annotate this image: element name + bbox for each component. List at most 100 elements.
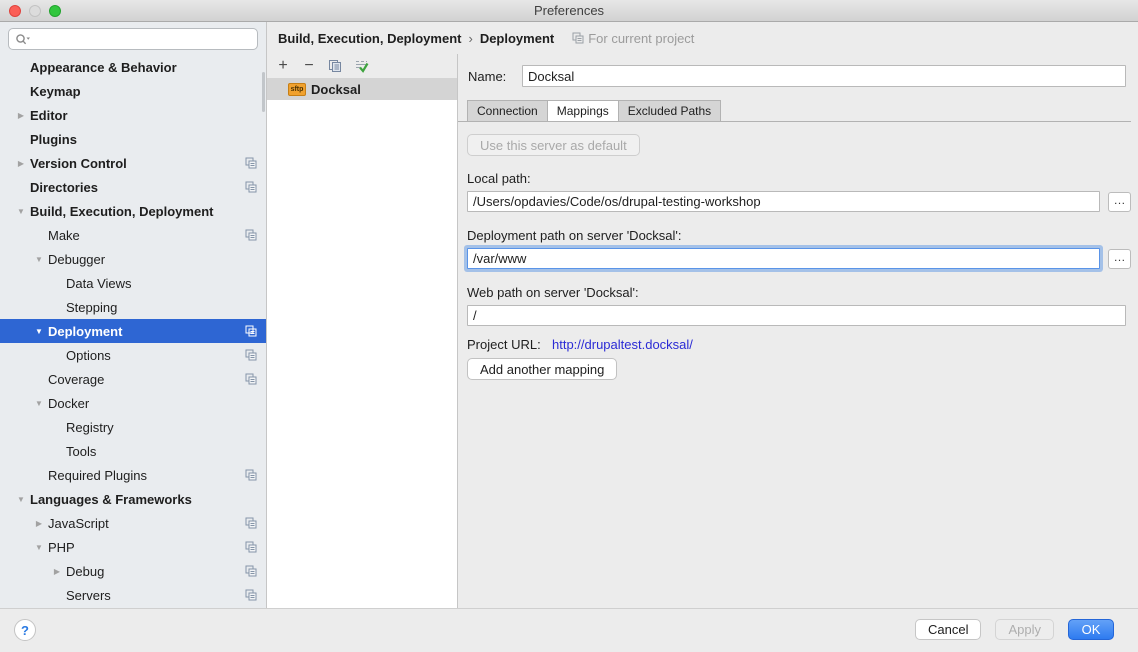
sidebar-item-data-views[interactable]: Data Views <box>0 271 266 295</box>
for-current-project-icon <box>245 541 257 553</box>
chevron-right-icon[interactable]: ▶ <box>48 567 66 576</box>
chevron-down-icon[interactable]: ▼ <box>30 399 48 408</box>
sidebar-item-javascript[interactable]: ▶JavaScript <box>0 511 266 535</box>
sidebar-item-label: Stepping <box>66 300 117 315</box>
form-tabs: ConnectionMappingsExcluded Paths <box>467 100 721 122</box>
use-as-default-icon <box>354 59 369 73</box>
window-title: Preferences <box>534 3 604 18</box>
chevron-down-icon[interactable]: ▼ <box>30 543 48 552</box>
use-server-default-button[interactable]: Use this server as default <box>467 134 640 156</box>
search-input[interactable] <box>34 32 251 46</box>
server-item-docksal[interactable]: sftpDocksal <box>267 78 457 100</box>
preferences-window: Preferences Appearance & Behavior Keymap ▶… <box>0 0 1138 652</box>
zoom-window-button[interactable] <box>49 5 61 17</box>
cancel-button[interactable]: Cancel <box>915 619 981 640</box>
sidebar-item-label: Deployment <box>48 324 122 339</box>
ok-button[interactable]: OK <box>1068 619 1114 640</box>
add-mapping-button[interactable]: Add another mapping <box>467 358 617 380</box>
sidebar-item-debug[interactable]: ▶Debug <box>0 559 266 583</box>
for-current-project-icon <box>245 589 257 601</box>
chevron-down-icon[interactable]: ▼ <box>30 255 48 264</box>
tab-mappings[interactable]: Mappings <box>547 100 618 122</box>
sidebar-item-stepping[interactable]: Stepping <box>0 295 266 319</box>
sidebar-item-label: Required Plugins <box>48 468 147 483</box>
sidebar-item-label: JavaScript <box>48 516 109 531</box>
for-current-project-icon <box>245 517 257 529</box>
help-button[interactable]: ? <box>14 619 36 641</box>
titlebar: Preferences <box>0 0 1138 22</box>
sidebar-item-servers[interactable]: Servers <box>0 583 266 607</box>
chevron-right-icon[interactable]: ▶ <box>12 159 30 168</box>
sidebar-item-label: Appearance & Behavior <box>30 60 177 75</box>
sidebar-item-required-plugins[interactable]: Required Plugins <box>0 463 266 487</box>
sidebar-item-deployment[interactable]: ▼Deployment <box>0 319 266 343</box>
server-list: sftpDocksal <box>267 78 457 100</box>
local-path-label: Local path: <box>467 171 531 186</box>
sidebar-item-label: Options <box>66 348 111 363</box>
deployment-path-browse-button[interactable]: … <box>1108 249 1131 269</box>
web-path-input[interactable] <box>467 305 1126 326</box>
add-server-button[interactable]: + <box>272 56 294 76</box>
remove-server-button[interactable]: − <box>298 56 320 76</box>
breadcrumb-separator: › <box>468 31 472 46</box>
use-as-default-button[interactable] <box>350 56 372 76</box>
close-window-button[interactable] <box>9 5 21 17</box>
deployment-path-label: Deployment path on server 'Docksal': <box>467 228 682 243</box>
breadcrumb: Build, Execution, Deployment › Deploymen… <box>267 22 1138 54</box>
plus-icon: + <box>278 58 287 74</box>
chevron-right-icon[interactable]: ▶ <box>12 111 30 120</box>
sidebar-item-registry[interactable]: Registry <box>0 415 266 439</box>
sidebar-item-options[interactable]: Options <box>0 343 266 367</box>
tab-excluded-paths[interactable]: Excluded Paths <box>618 100 721 122</box>
search-icon <box>15 33 31 46</box>
sidebar-item-version-control[interactable]: ▶Version Control <box>0 151 266 175</box>
sidebar-item-keymap[interactable]: Keymap <box>0 79 266 103</box>
apply-button[interactable]: Apply <box>995 619 1054 640</box>
sidebar-item-editor[interactable]: ▶Editor <box>0 103 266 127</box>
sidebar-item-debugger[interactable]: ▼Debugger <box>0 247 266 271</box>
chevron-right-icon[interactable]: ▶ <box>30 519 48 528</box>
sidebar-item-build-execution-deployment[interactable]: ▼Build, Execution, Deployment <box>0 199 266 223</box>
sidebar-item-coverage[interactable]: Coverage <box>0 367 266 391</box>
sidebar-item-label: Keymap <box>30 84 81 99</box>
scope-indicator: For current project <box>572 31 694 46</box>
sidebar-item-label: Build, Execution, Deployment <box>30 204 213 219</box>
minus-icon: − <box>304 58 313 74</box>
sidebar-item-php[interactable]: ▼PHP <box>0 535 266 559</box>
sidebar-item-label: Directories <box>30 180 98 195</box>
sidebar-item-label: Debug <box>66 564 104 579</box>
sidebar-item-label: Editor <box>30 108 68 123</box>
name-label: Name: <box>468 69 506 84</box>
sidebar-item-label: Languages & Frameworks <box>30 492 192 507</box>
breadcrumb-parent[interactable]: Build, Execution, Deployment <box>278 31 461 46</box>
project-url-link[interactable]: http://drupaltest.docksal/ <box>552 337 693 352</box>
minimize-window-button[interactable] <box>29 5 41 17</box>
sidebar-item-tools[interactable]: Tools <box>0 439 266 463</box>
sidebar-item-label: Servers <box>66 588 111 603</box>
sidebar-item-appearance-behavior[interactable]: Appearance & Behavior <box>0 55 266 79</box>
for-current-project-icon <box>245 349 257 361</box>
sidebar-item-docker[interactable]: ▼Docker <box>0 391 266 415</box>
copy-server-button[interactable] <box>324 56 346 76</box>
sidebar-item-directories[interactable]: Directories <box>0 175 266 199</box>
for-current-project-icon <box>245 325 257 337</box>
name-input[interactable] <box>522 65 1126 87</box>
sidebar-item-plugins[interactable]: Plugins <box>0 127 266 151</box>
breadcrumb-current: Deployment <box>480 31 554 46</box>
sidebar-scrollbar[interactable] <box>262 72 265 112</box>
chevron-down-icon[interactable]: ▼ <box>12 207 30 216</box>
local-path-browse-button[interactable]: … <box>1108 192 1131 212</box>
sidebar-item-label: Tools <box>66 444 96 459</box>
chevron-down-icon[interactable]: ▼ <box>12 495 30 504</box>
sidebar-item-label: Make <box>48 228 80 243</box>
chevron-down-icon[interactable]: ▼ <box>30 327 48 336</box>
sidebar-item-label: PHP <box>48 540 75 555</box>
sidebar-item-languages-frameworks[interactable]: ▼Languages & Frameworks <box>0 487 266 511</box>
tab-connection[interactable]: Connection <box>467 100 547 122</box>
search-box[interactable] <box>8 28 258 50</box>
sidebar-item-make[interactable]: Make <box>0 223 266 247</box>
footer-bar: ? Cancel Apply OK <box>0 608 1138 652</box>
local-path-input[interactable] <box>467 191 1100 212</box>
deployment-path-input[interactable] <box>467 248 1100 269</box>
for-current-project-icon <box>245 181 257 193</box>
